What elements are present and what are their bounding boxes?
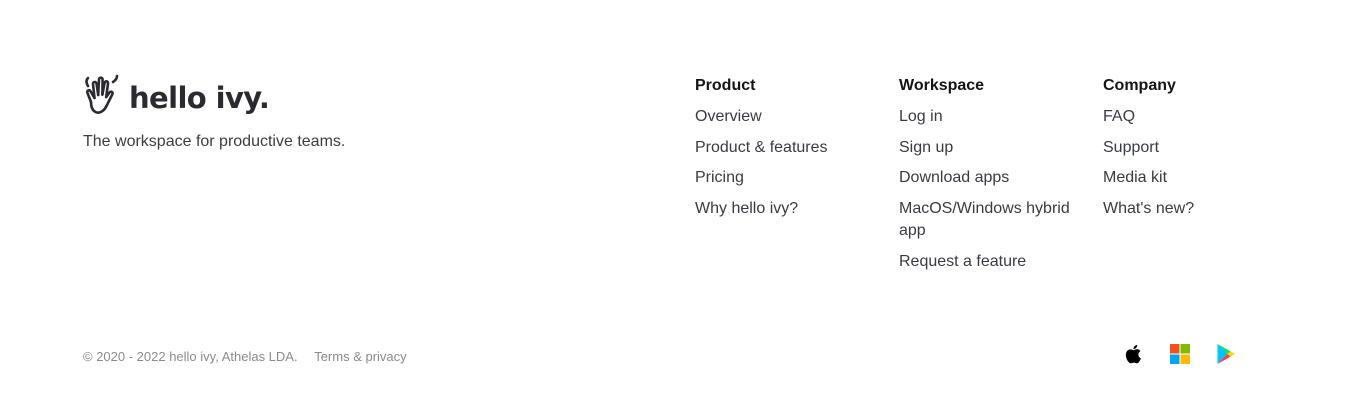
brand-tagline: The workspace for productive teams.: [83, 133, 346, 150]
apple-icon[interactable]: [1122, 342, 1146, 366]
link-hybrid-app[interactable]: MacOS/Windows hybrid app: [899, 198, 1089, 243]
footer-column-product: Product Overview Product & features Pric…: [695, 76, 885, 228]
link-product-features[interactable]: Product & features: [695, 137, 885, 160]
terms-privacy-link[interactable]: Terms & privacy: [314, 349, 406, 364]
link-sign-up[interactable]: Sign up: [899, 137, 1089, 160]
waving-hand-icon: [83, 74, 119, 120]
link-request-feature[interactable]: Request a feature: [899, 251, 1089, 274]
windows-icon[interactable]: [1168, 342, 1192, 366]
link-download-apps[interactable]: Download apps: [899, 167, 1089, 190]
link-pricing[interactable]: Pricing: [695, 167, 885, 190]
column-title-product: Product: [695, 77, 756, 94]
footer-column-workspace: Workspace Log in Sign up Download apps M…: [899, 76, 1089, 281]
brand-name: hello ivy.: [129, 81, 270, 115]
link-overview[interactable]: Overview: [695, 106, 885, 129]
link-log-in[interactable]: Log in: [899, 106, 1089, 129]
link-media-kit[interactable]: Media kit: [1103, 167, 1293, 190]
link-support[interactable]: Support: [1103, 137, 1293, 160]
google-play-icon[interactable]: [1214, 342, 1238, 366]
logo[interactable]: hello ivy.: [83, 74, 345, 120]
app-store-links: [1122, 342, 1238, 366]
footer-legal: © 2020 - 2022 hello ivy, Athelas LDA. Te…: [83, 348, 407, 366]
copyright-text: © 2020 - 2022 hello ivy, Athelas LDA.: [83, 349, 298, 364]
footer-column-company: Company FAQ Support Media kit What's new…: [1103, 76, 1293, 228]
column-title-company: Company: [1103, 77, 1176, 94]
link-why-hello-ivy[interactable]: Why hello ivy?: [695, 198, 885, 221]
column-title-workspace: Workspace: [899, 77, 985, 94]
link-faq[interactable]: FAQ: [1103, 106, 1293, 129]
brand-block: hello ivy. The workspace for productive …: [83, 74, 345, 152]
link-whats-new[interactable]: What's new?: [1103, 198, 1293, 221]
